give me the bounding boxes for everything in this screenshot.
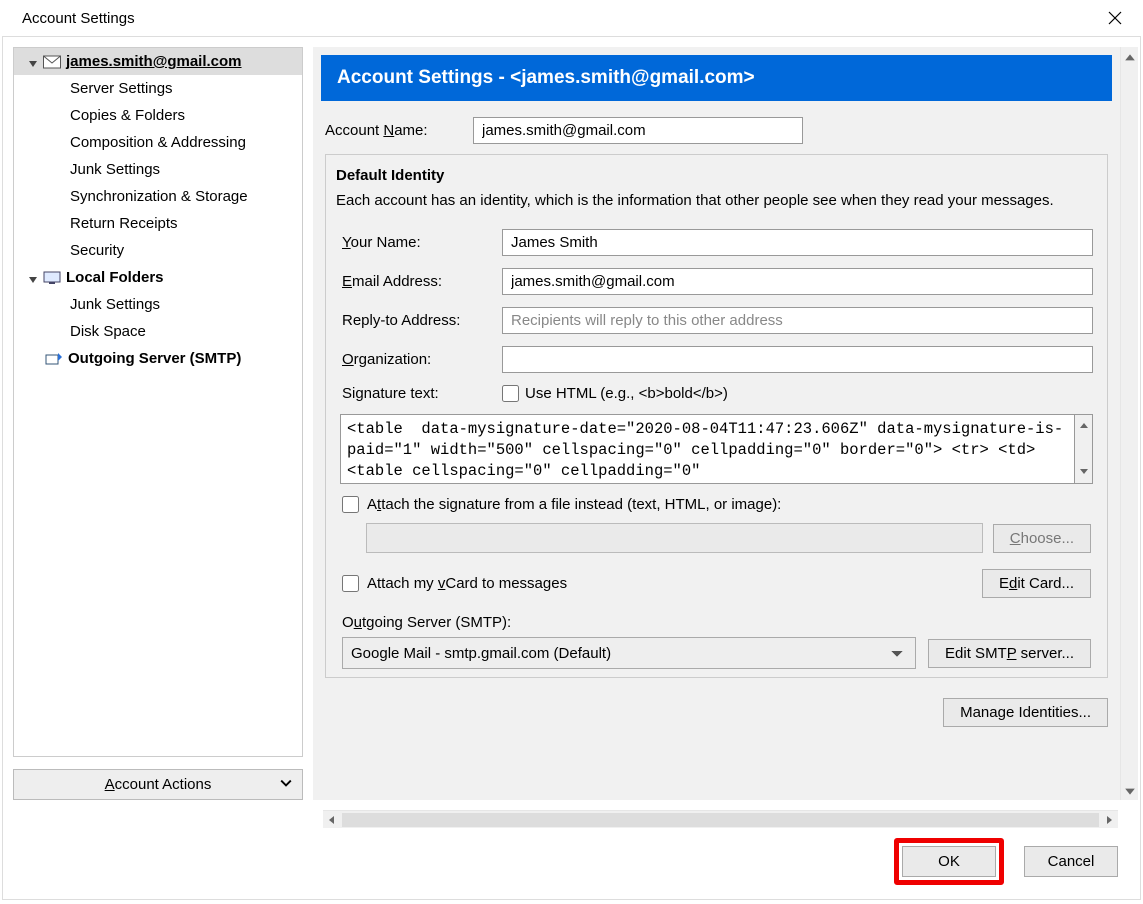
email-label: Email Address: bbox=[342, 273, 502, 290]
chevron-down-icon bbox=[28, 272, 40, 284]
chevron-up-icon bbox=[1124, 51, 1136, 63]
attach-file-label: Attach the signature from a file instead… bbox=[367, 496, 781, 513]
ok-button[interactable]: OK bbox=[902, 846, 996, 877]
tree-item-copies-folders[interactable]: Copies & Folders bbox=[14, 102, 302, 129]
chevron-left-icon bbox=[323, 811, 341, 829]
tree-item-return-receipts[interactable]: Return Receipts bbox=[14, 210, 302, 237]
chevron-down-icon bbox=[1079, 463, 1089, 480]
replyto-label: Reply-to Address: bbox=[342, 312, 502, 329]
titlebar: Account Settings bbox=[0, 0, 1143, 36]
tree-local-folders-label: Local Folders bbox=[66, 269, 164, 286]
settings-banner: Account Settings - <james.smith@gmail.co… bbox=[321, 55, 1112, 101]
tree-local-folders[interactable]: Local Folders bbox=[14, 264, 302, 291]
tree-smtp-label: Outgoing Server (SMTP) bbox=[68, 350, 241, 367]
close-button[interactable] bbox=[1099, 2, 1131, 34]
chevron-down-icon bbox=[28, 56, 40, 68]
email-input[interactable] bbox=[502, 268, 1093, 295]
edit-smtp-button[interactable]: Edit SMTP server... bbox=[928, 639, 1091, 668]
send-icon bbox=[44, 351, 64, 367]
account-tree[interactable]: james.smith@gmail.com Server Settings Co… bbox=[13, 47, 303, 757]
choose-file-button[interactable]: Choose... bbox=[993, 524, 1091, 553]
your-name-label: Your Name: bbox=[342, 234, 502, 251]
account-name-row: Account Name: bbox=[313, 115, 1120, 146]
tree-item-local-junk[interactable]: Junk Settings bbox=[14, 291, 302, 318]
your-name-input[interactable] bbox=[502, 229, 1093, 256]
close-icon bbox=[1108, 11, 1122, 25]
smtp-select[interactable]: Google Mail - smtp.gmail.com (Default) bbox=[342, 637, 916, 669]
sidebar: james.smith@gmail.com Server Settings Co… bbox=[3, 37, 303, 810]
textarea-scrollbar[interactable] bbox=[1075, 414, 1093, 484]
tree-item-server-settings[interactable]: Server Settings bbox=[14, 75, 302, 102]
account-actions-button[interactable]: Account Actions bbox=[13, 769, 303, 800]
mail-icon bbox=[42, 54, 62, 70]
account-name-input[interactable] bbox=[473, 117, 803, 144]
tree-item-sync-storage[interactable]: Synchronization & Storage bbox=[14, 183, 302, 210]
use-html-checkbox[interactable] bbox=[502, 385, 519, 402]
identity-title: Default Identity bbox=[336, 167, 1097, 184]
tree-item-junk[interactable]: Junk Settings bbox=[14, 156, 302, 183]
dialog-footer: OK Cancel bbox=[3, 828, 1140, 899]
tree-item-security[interactable]: Security bbox=[14, 237, 302, 264]
ok-highlight: OK bbox=[894, 838, 1004, 885]
account-actions-rest: ccount Actions bbox=[115, 776, 212, 793]
tree-outgoing-smtp[interactable]: Outgoing Server (SMTP) bbox=[14, 345, 302, 372]
signature-textarea[interactable]: <table data-mysignature-date="2020-08-04… bbox=[340, 414, 1075, 484]
tree-account-root[interactable]: james.smith@gmail.com bbox=[14, 48, 302, 75]
organization-input[interactable] bbox=[502, 346, 1093, 373]
use-html-label: Use HTML (e.g., <b>bold</b>) bbox=[525, 385, 728, 402]
cancel-button[interactable]: Cancel bbox=[1024, 846, 1118, 877]
signature-text-label: Signature text: bbox=[342, 385, 502, 402]
organization-label: Organization: bbox=[342, 351, 502, 368]
tree-account-label: james.smith@gmail.com bbox=[66, 53, 242, 70]
chevron-up-icon bbox=[1079, 418, 1089, 435]
chevron-right-icon bbox=[1100, 811, 1118, 829]
scroll-track[interactable] bbox=[342, 813, 1099, 827]
monitor-icon bbox=[42, 270, 62, 286]
identity-desc: Each account has an identity, which is t… bbox=[336, 190, 1097, 211]
window-title: Account Settings bbox=[22, 10, 135, 27]
manage-identities-button[interactable]: Manage Identities... bbox=[943, 698, 1108, 727]
attach-file-checkbox[interactable] bbox=[342, 496, 359, 513]
chevron-down-icon bbox=[280, 776, 292, 793]
replyto-input[interactable] bbox=[502, 307, 1093, 334]
attach-vcard-checkbox[interactable] bbox=[342, 575, 359, 592]
tree-item-disk-space[interactable]: Disk Space bbox=[14, 318, 302, 345]
chevron-down-icon bbox=[1124, 784, 1136, 796]
horizontal-scrollbar[interactable] bbox=[323, 810, 1118, 828]
signature-file-path-input bbox=[366, 523, 983, 553]
content-area: Account Settings - <james.smith@gmail.co… bbox=[313, 47, 1138, 800]
attach-vcard-label: Attach my vCard to messages bbox=[367, 575, 567, 592]
tree-item-composition[interactable]: Composition & Addressing bbox=[14, 129, 302, 156]
main-frame: james.smith@gmail.com Server Settings Co… bbox=[2, 36, 1141, 900]
edit-card-button[interactable]: Edit Card... bbox=[982, 569, 1091, 598]
smtp-header-label: Outgoing Server (SMTP): bbox=[342, 614, 1091, 631]
account-name-label: Account Name: bbox=[325, 122, 473, 139]
default-identity-group: Default Identity Each account has an ide… bbox=[325, 154, 1108, 678]
vertical-scrollbar[interactable] bbox=[1120, 47, 1138, 800]
